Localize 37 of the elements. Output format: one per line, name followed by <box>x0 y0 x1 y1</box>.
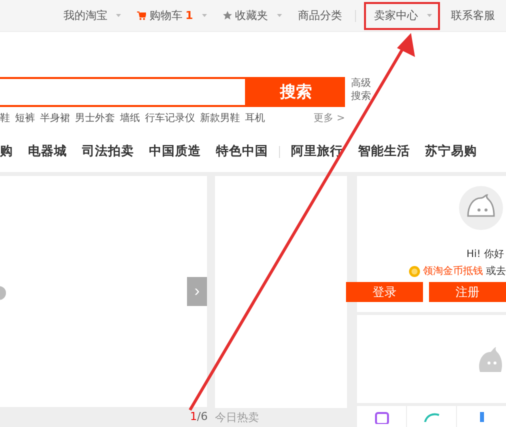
nav-link[interactable]: 智能生活 <box>358 143 410 160</box>
avatar-icon <box>458 186 502 230</box>
top-link[interactable]: 我的淘宝 <box>60 6 124 26</box>
greeting: Hi! 你好 <box>466 248 504 261</box>
more-link[interactable]: 更多 > <box>313 111 345 125</box>
coin-text: 或去 <box>486 264 506 278</box>
nav-link[interactable]: 购 <box>0 143 13 160</box>
mascot-icon <box>478 346 502 372</box>
star-icon <box>223 11 232 20</box>
app-icon[interactable] <box>480 412 484 422</box>
hot-word-link[interactable]: 行车记录仪 <box>145 111 195 125</box>
nav-link[interactable]: 电器城 <box>28 143 67 160</box>
hot-word-link[interactable]: 男士外套 <box>75 111 115 125</box>
hot-word-link[interactable]: 短裤 <box>15 111 35 125</box>
hot-word-link[interactable]: 鞋 <box>0 111 10 125</box>
top-link[interactable]: 卖家中心 <box>366 4 438 28</box>
hot-word-link[interactable]: 耳机 <box>245 111 265 125</box>
advanced-search-link[interactable]: 高级 搜索 <box>351 77 371 103</box>
cart-icon <box>137 11 146 20</box>
nav-link[interactable]: 苏宁易购 <box>425 143 477 160</box>
top-link[interactable]: 商品分类 <box>295 6 345 26</box>
top-link[interactable]: 收藏夹 <box>220 6 285 26</box>
nav-link[interactable]: 中国质造 <box>149 143 201 160</box>
top-link[interactable]: 购物车 1 <box>134 6 210 26</box>
slide-counter: 1/6 <box>190 410 208 424</box>
nav-link[interactable]: 特色中国 <box>216 143 268 160</box>
top-link[interactable]: 联系客服 <box>448 6 498 26</box>
nav-link[interactable]: 司法拍卖 <box>82 143 134 160</box>
search-field[interactable] <box>0 77 247 107</box>
hot-word-link[interactable]: 半身裙 <box>40 111 70 125</box>
section-title: 今日热卖 <box>215 410 259 426</box>
coin-icon <box>409 266 420 276</box>
coin-link[interactable]: 领淘金币抵钱 <box>423 264 483 278</box>
app-icon[interactable] <box>424 412 440 422</box>
hot-word-link[interactable]: 新款男鞋 <box>200 111 240 125</box>
hot-word-link[interactable]: 墙纸 <box>120 111 140 125</box>
app-icon[interactable] <box>374 412 388 424</box>
